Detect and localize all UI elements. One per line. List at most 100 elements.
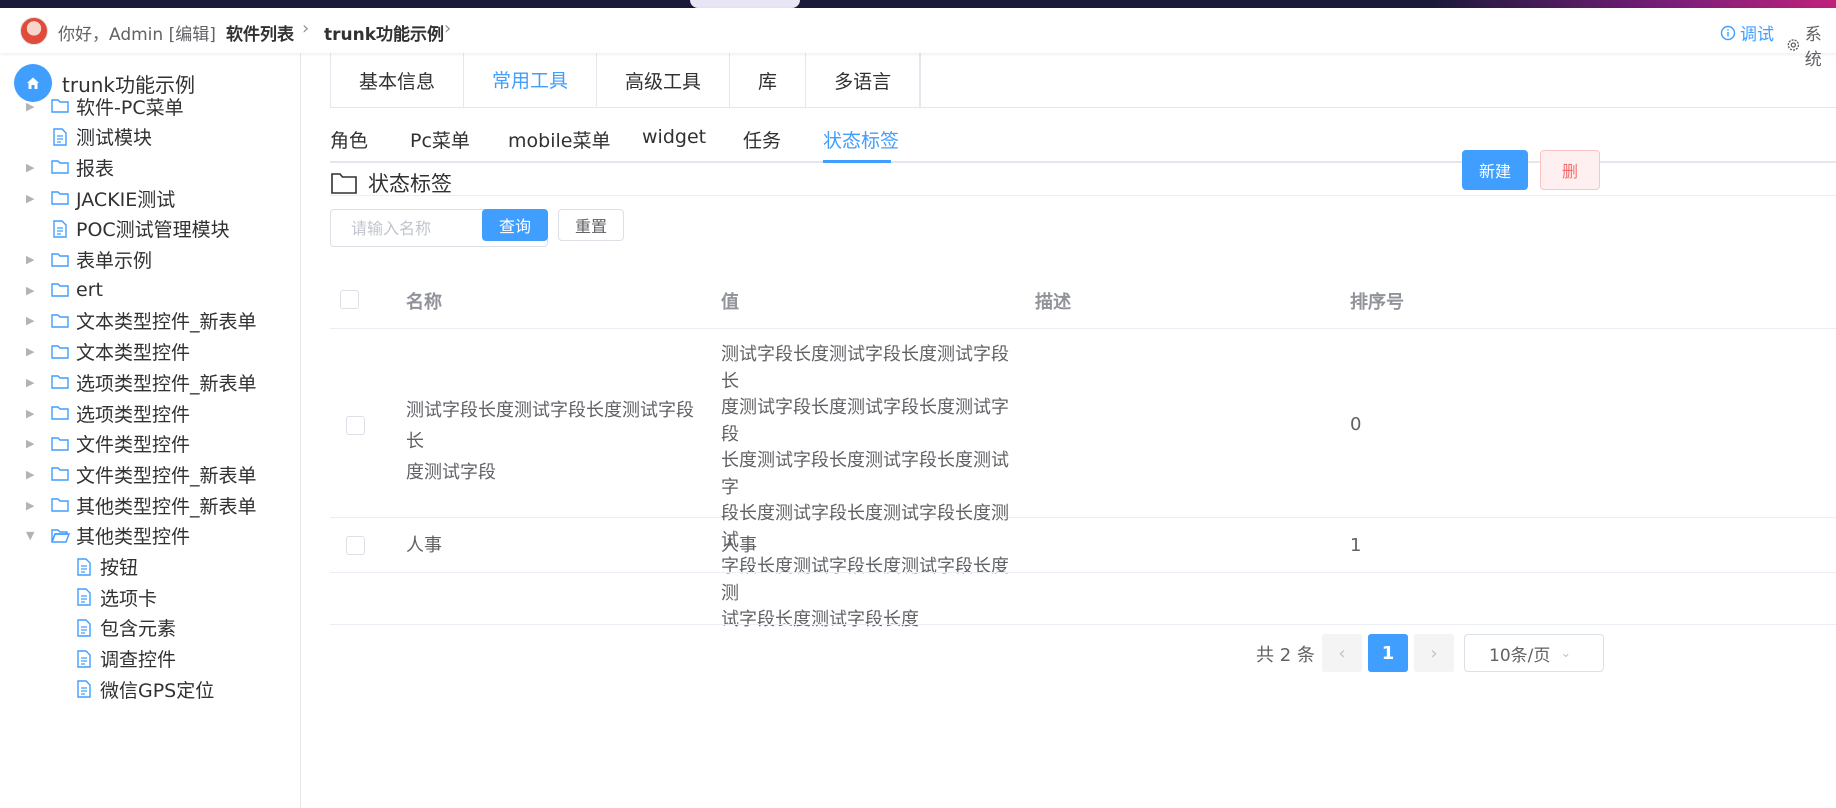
caret-right-icon[interactable]: ▶: [26, 407, 40, 420]
cell-name: 测试字段长度测试字段长度测试字段长 度测试字段: [406, 395, 696, 488]
delete-button[interactable]: 删: [1540, 150, 1600, 190]
sidebar-item-label: 选项卡: [100, 587, 158, 610]
document-icon: [77, 680, 91, 698]
sidebar-item[interactable]: 选项卡: [50, 581, 157, 613]
folder-icon: [51, 99, 69, 113]
prev-page-button[interactable]: ‹: [1322, 634, 1362, 672]
sidebar-item-label: 微信GPS定位: [100, 679, 215, 702]
sidebar-item[interactable]: ▶ 文本类型控件_新表单: [26, 305, 257, 337]
tab-secondary[interactable]: 状态标签: [823, 126, 899, 153]
tab-secondary[interactable]: widget: [642, 126, 706, 148]
column-value[interactable]: 值: [721, 288, 739, 314]
sidebar: trunk功能示例 ▶ 软件-PC菜单 测试模块 ▶ 报表 ▶ JACKIE测试 POC测试管…: [0, 53, 301, 808]
caret-right-icon[interactable]: ▶: [26, 499, 40, 512]
sidebar-item-label: 调查控件: [100, 649, 177, 672]
chevron-down-icon: ⌄: [1560, 645, 1572, 661]
caret-right-icon[interactable]: ▶: [26, 284, 40, 297]
caret-right-icon[interactable]: ▶: [26, 437, 40, 450]
sidebar-item-label: 文件类型控件_新表单: [76, 464, 257, 487]
system-label: 系统: [1804, 25, 1822, 70]
primary-tabs-divider: [330, 107, 1836, 108]
sidebar-item[interactable]: 测试模块: [26, 121, 152, 153]
sidebar-item[interactable]: ▶ JACKIE测试: [26, 182, 175, 214]
folder-icon: [51, 191, 69, 205]
breadcrumb-software-list[interactable]: 软件列表: [226, 20, 294, 45]
table-row[interactable]: 测试字段长度测试字段长度测试字段长 度测试字段 测试字段长度测试字段长度测试字段…: [330, 329, 1836, 630]
sidebar-item[interactable]: 包含元素: [50, 612, 176, 644]
system-link[interactable]: 系统: [1786, 20, 1836, 70]
column-name[interactable]: 名称: [406, 288, 442, 314]
sidebar-item[interactable]: ▶ 报表: [26, 151, 114, 183]
sidebar-item-label: 软件-PC菜单: [76, 96, 184, 119]
user-greeting[interactable]: 你好，Admin [编辑]: [58, 20, 216, 45]
sidebar-item[interactable]: ▶ 其他类型控件_新表单: [26, 489, 257, 521]
cell-order: 0: [1350, 414, 1362, 435]
sidebar-item-label: 文件类型控件: [76, 434, 191, 457]
tab-primary[interactable]: 常用工具: [464, 53, 598, 107]
folder-icon: [51, 344, 69, 359]
sidebar-item[interactable]: 调查控件: [50, 643, 176, 675]
caret-right-icon[interactable]: ▶: [26, 468, 40, 481]
active-tab-indicator: [823, 160, 891, 163]
tab-secondary[interactable]: 任务: [743, 126, 781, 153]
folder-icon: [51, 160, 69, 175]
cell-value: 人事: [721, 535, 757, 556]
tab-secondary[interactable]: Pc菜单: [410, 126, 470, 153]
table-row[interactable]: 人事 人事 1: [330, 518, 1836, 573]
chevron-right-icon: ›: [444, 18, 452, 39]
tab-primary[interactable]: 基本信息: [331, 53, 465, 107]
caret-right-icon[interactable]: ▶: [26, 376, 40, 389]
caret-right-icon[interactable]: ▶: [26, 161, 40, 174]
sidebar-item[interactable]: 按钮: [50, 551, 138, 583]
caret-right-icon[interactable]: ▶: [26, 100, 40, 113]
sidebar-item[interactable]: 微信GPS定位: [50, 673, 214, 705]
sidebar-item[interactable]: ▶ 文本类型控件: [26, 336, 190, 368]
tab-secondary[interactable]: 角色: [330, 126, 368, 153]
reset-button[interactable]: 重置: [558, 209, 624, 241]
sidebar-item[interactable]: ▶ 文件类型控件_新表单: [26, 458, 257, 490]
sidebar-item[interactable]: ▶ 选项类型控件_新表单: [26, 366, 257, 398]
debug-link[interactable]: 调试: [1720, 20, 1774, 45]
cell-value-line: 度测试字段长度测试字段长度测试字段: [721, 397, 1009, 445]
tab-primary[interactable]: 高级工具: [597, 53, 731, 107]
row-checkbox[interactable]: [346, 416, 365, 435]
sidebar-item[interactable]: ▶ 软件-PC菜单: [26, 90, 184, 122]
sidebar-item[interactable]: ▼ 其他类型控件: [26, 520, 190, 552]
document-icon: [77, 588, 91, 606]
page-size-value: 10条/页: [1489, 645, 1551, 666]
page-1-button[interactable]: 1: [1368, 634, 1408, 672]
top-banner: [0, 0, 1836, 8]
query-button[interactable]: 查询: [482, 209, 548, 241]
sidebar-item-label: 文本类型控件_新表单: [76, 311, 257, 334]
breadcrumb-current[interactable]: trunk功能示例: [324, 20, 444, 45]
avatar[interactable]: [20, 17, 48, 45]
sidebar-item-label: 测试模块: [76, 127, 153, 150]
caret-right-icon[interactable]: ▶: [26, 253, 40, 266]
caret-right-icon[interactable]: ▶: [26, 345, 40, 358]
sidebar-item-label: 表单示例: [76, 250, 153, 272]
new-button[interactable]: 新建: [1462, 150, 1528, 190]
column-description[interactable]: 描述: [1035, 288, 1071, 314]
sidebar-item[interactable]: ▶ 选项类型控件: [26, 397, 190, 429]
select-all-checkbox[interactable]: [340, 290, 359, 309]
next-page-button[interactable]: ›: [1414, 634, 1454, 672]
sidebar-item[interactable]: ▶ ert: [26, 274, 103, 306]
chevron-right-icon: ›: [302, 18, 310, 39]
sidebar-item-label: 选项类型控件_新表单: [76, 372, 257, 395]
page-size-select[interactable]: 10条/页 ⌄: [1464, 634, 1604, 672]
tab-secondary[interactable]: mobile菜单: [508, 126, 610, 153]
tab-primary[interactable]: 多语言: [806, 53, 921, 107]
tab-primary[interactable]: 库: [730, 53, 807, 107]
sidebar-item[interactable]: ▶ 表单示例: [26, 244, 152, 276]
sidebar-item-label: POC测试管理模块: [76, 219, 230, 242]
pagination-total: 共 2 条: [1256, 645, 1315, 666]
caret-down-icon[interactable]: ▼: [26, 529, 40, 542]
sidebar-item-label: ert: [76, 279, 103, 302]
caret-right-icon[interactable]: ▶: [26, 314, 40, 327]
row-checkbox[interactable]: [346, 536, 365, 555]
folder-open-icon: [50, 529, 70, 543]
caret-right-icon[interactable]: ▶: [26, 192, 40, 205]
column-order[interactable]: 排序号: [1350, 288, 1404, 314]
sidebar-item[interactable]: ▶ 文件类型控件: [26, 428, 190, 460]
sidebar-item[interactable]: POC测试管理模块: [26, 213, 230, 245]
